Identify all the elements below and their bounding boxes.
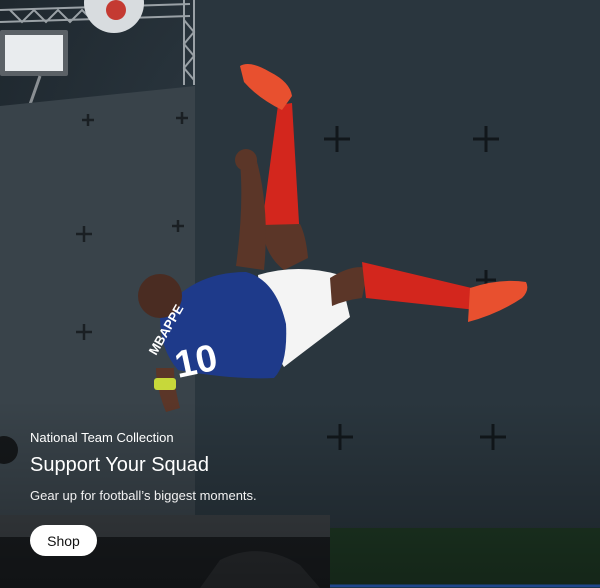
studio-floor <box>330 528 600 588</box>
shop-button[interactable]: Shop <box>30 525 97 556</box>
jersey-number: 10 <box>171 337 221 387</box>
light-panel <box>5 35 63 71</box>
hero-banner: MBAPPE 10 National Team Collection Suppo… <box>0 0 600 588</box>
hero-subtitle: Gear up for football’s biggest moments. <box>30 488 257 503</box>
hero-headline: Support Your Squad <box>30 454 210 476</box>
hero-eyebrow: National Team Collection <box>30 430 174 445</box>
